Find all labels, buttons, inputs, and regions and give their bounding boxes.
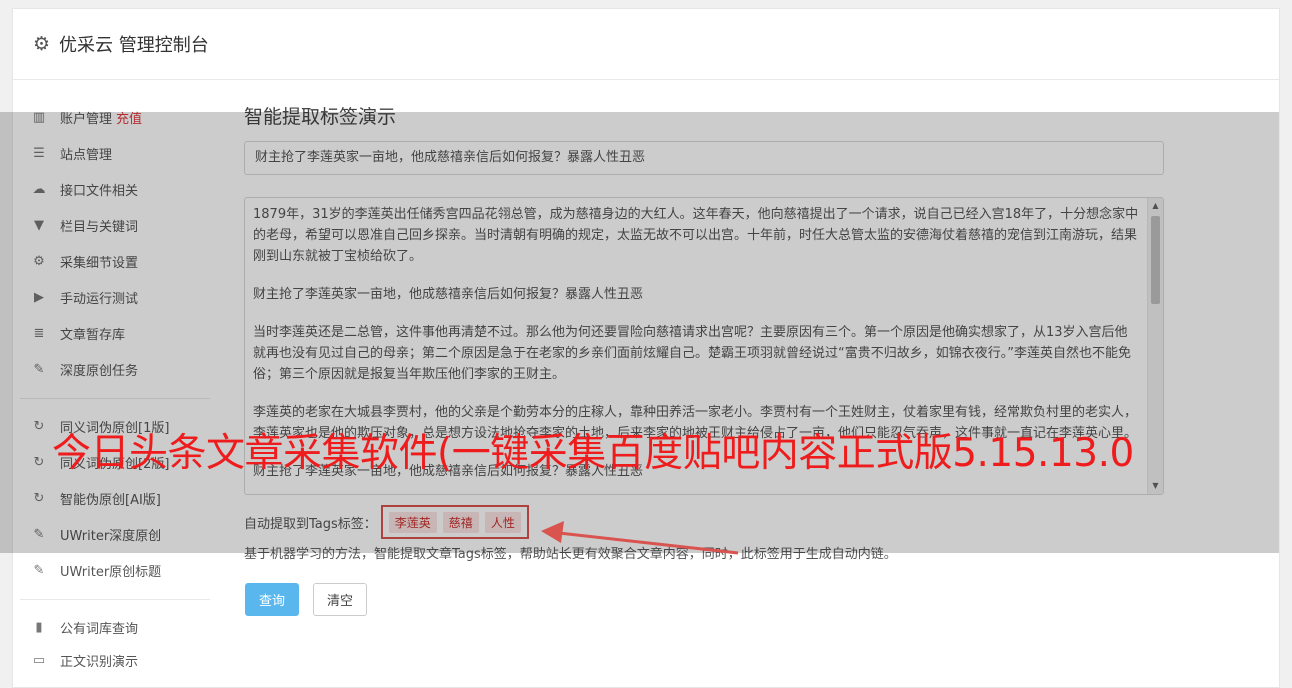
query-button[interactable]: 查询: [245, 583, 299, 616]
article-title-input[interactable]: 财主抢了李莲英家一亩地，他成慈禧亲信后如何报复？暴露人性丑恶: [244, 141, 1164, 175]
sidebar-item-label: 智能伪原创[AI版]: [60, 492, 161, 508]
sidebar-divider: [20, 599, 210, 600]
tags-label: 自动提取到Tags标签：: [244, 516, 377, 532]
clear-button[interactable]: 清空: [313, 583, 367, 616]
sidebar-item-label: 站点管理: [60, 147, 113, 163]
tag-chip[interactable]: 人性: [484, 511, 521, 533]
server-icon: ☰: [33, 145, 45, 161]
sidebar-item[interactable]: ✎ 深度原创任务: [20, 355, 210, 383]
sidebar-item-label: 公有词库查询: [60, 621, 139, 637]
sidebar-item[interactable]: ▶ 手动运行测试: [20, 283, 210, 311]
feature-description: 基于机器学习的方法，智能提取文章Tags标签，帮助站长更有效聚合文章内容，同时，…: [244, 547, 897, 562]
edit-icon: ✎: [33, 562, 45, 578]
content-paragraph: 1879年，31岁的李莲英出任储秀宫四品花翎总管，成为慈禧身边的大红人。这年春天…: [253, 207, 1139, 264]
page-title: 优采云 管理控制台: [59, 35, 209, 56]
sidebar-item[interactable]: ▮ 公有词库查询: [20, 613, 210, 641]
edit-icon: ✎: [33, 526, 45, 542]
overlay-banner-text: 今日头条文章采集软件(一键采集百度贴吧内容正式版5.15.13.0: [52, 431, 1134, 476]
recharge-link[interactable]: 充值: [116, 108, 142, 127]
sidebar-item-label: 账户管理: [60, 111, 113, 127]
tags-row: 自动提取到Tags标签： 李莲英 慈禧 人性: [244, 505, 529, 539]
refresh-icon: ↻: [33, 418, 45, 434]
sidebar-item[interactable]: ≣ 文章暂存库: [20, 319, 210, 347]
tag-chip[interactable]: 李莲英: [388, 511, 437, 533]
sidebar-item-label: 手动运行测试: [60, 291, 139, 307]
scroll-down-arrow-icon[interactable]: ▼: [1148, 478, 1163, 494]
database-icon: ≣: [33, 325, 45, 341]
monitor-icon: ▭: [32, 652, 46, 668]
edit-icon: ✎: [33, 361, 45, 377]
scroll-thumb[interactable]: [1151, 216, 1160, 304]
sidebar-item[interactable]: ☰ 站点管理: [20, 139, 210, 167]
sidebar-item-label: UWriter深度原创: [60, 528, 162, 544]
sidebar-item[interactable]: ☁ 接口文件相关: [20, 175, 210, 203]
refresh-icon: ↻: [33, 490, 45, 506]
scroll-up-arrow-icon[interactable]: ▲: [1148, 198, 1163, 214]
sidebar-item[interactable]: ▼ 栏目与关键词: [20, 211, 210, 239]
bar-chart-icon: ▥: [32, 109, 46, 125]
book-icon: ▮: [35, 619, 43, 635]
tags-box: 李莲英 慈禧 人性: [380, 505, 529, 539]
sidebar-item-label: 采集细节设置: [60, 255, 139, 271]
refresh-icon: ↻: [33, 454, 45, 470]
sidebar-item-label: 正文识别演示: [60, 654, 139, 670]
sidebar-item[interactable]: ✎ UWriter深度原创: [20, 520, 210, 548]
sidebar-item-label: 栏目与关键词: [60, 219, 139, 235]
sidebar-divider: [20, 398, 210, 399]
gears-icon: ⚙: [33, 253, 45, 269]
cloud-download-icon: ☁: [32, 181, 46, 197]
sidebar-item[interactable]: ▭ 正文识别演示: [20, 646, 210, 674]
header: ⚙ 优采云 管理控制台: [13, 9, 1279, 80]
content-paragraph: 财主抢了李莲英家一亩地，他成慈禧亲信后如何报复？暴露人性丑恶: [253, 287, 644, 302]
sidebar-item-label: UWriter原创标题: [60, 564, 162, 580]
gear-icon: ⚙: [33, 32, 51, 55]
sidebar-item[interactable]: ✎ UWriter原创标题: [20, 556, 210, 584]
sidebar-item-label: 接口文件相关: [60, 183, 139, 199]
sidebar-item[interactable]: ▥ 账户管理 充值: [20, 103, 210, 131]
play-circle-icon: ▶: [34, 289, 44, 305]
section-title: 智能提取标签演示: [244, 106, 397, 128]
tag-chip[interactable]: 慈禧: [442, 511, 479, 533]
sidebar-item-label: 深度原创任务: [60, 363, 139, 379]
sidebar-item[interactable]: ↻ 智能伪原创[AI版]: [20, 484, 210, 512]
sidebar-item-label: 文章暂存库: [60, 327, 126, 343]
content-paragraph: 当时李莲英还是二总管，这件事他再清楚不过。那么他为何还要冒险向慈禧请求出宫呢？主…: [253, 325, 1131, 382]
sidebar-item[interactable]: ⚙ 采集细节设置: [20, 247, 210, 275]
filter-icon: ▼: [34, 217, 44, 233]
